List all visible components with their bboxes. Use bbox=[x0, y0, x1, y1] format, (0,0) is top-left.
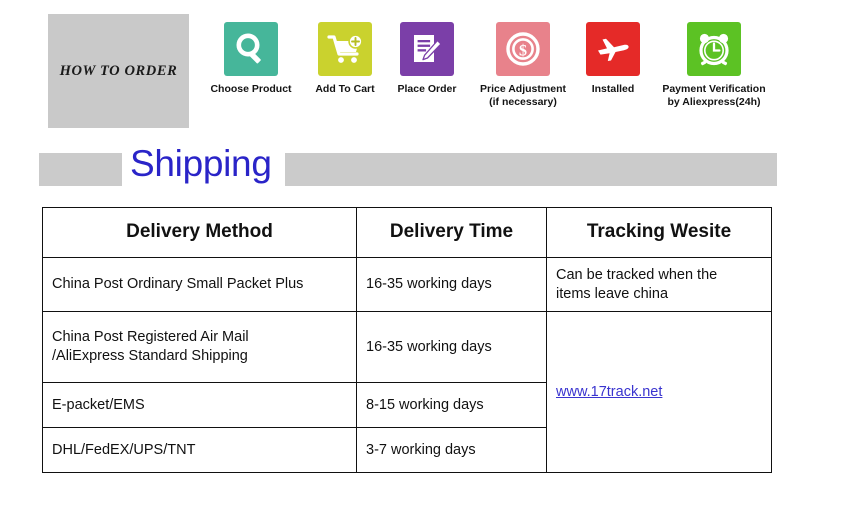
column-header-delivery-time: Delivery Time bbox=[356, 207, 547, 258]
order-step-price-adjustment: $ Price Adjustment (if necessary) bbox=[470, 22, 576, 110]
how-to-order-banner: HOW TO ORDER bbox=[48, 14, 189, 128]
order-step-place-order: Place Order bbox=[384, 22, 470, 96]
shopping-cart-plus-icon bbox=[318, 22, 372, 76]
order-step-label: Payment Verification by Aliexpress(24h) bbox=[662, 83, 766, 109]
cell-delivery-time: 16-35 working days bbox=[356, 311, 547, 383]
cell-tracking-note: Can be tracked when the items leave chin… bbox=[546, 257, 772, 312]
svg-text:$: $ bbox=[519, 42, 527, 59]
cell-delivery-method: China Post Ordinary Small Packet Plus bbox=[42, 257, 357, 312]
order-step-label: Choose Product bbox=[210, 83, 292, 95]
shipping-decor-bar-right bbox=[285, 153, 777, 186]
column-header-tracking-website: Tracking Wesite bbox=[546, 207, 772, 258]
order-step-payment-verification: Payment Verification by Aliexpress(24h) bbox=[650, 22, 778, 110]
shipping-title: Shipping bbox=[130, 143, 272, 184]
dollar-coin-icon: $ bbox=[496, 22, 550, 76]
column-header-delivery-method: Delivery Method bbox=[42, 207, 357, 258]
cell-delivery-method: DHL/FedEX/UPS/TNT bbox=[42, 427, 357, 473]
table-row: China Post Registered Air Mail /AliExpre… bbox=[42, 311, 772, 473]
cell-delivery-time: 16-35 working days bbox=[356, 257, 547, 312]
table-header-row: Delivery Method Delivery Time Tracking W… bbox=[42, 207, 772, 258]
order-steps-list: Choose Product Add To Cart Place Order $… bbox=[196, 22, 816, 110]
order-step-label: Price Adjustment (if necessary) bbox=[480, 83, 566, 109]
order-step-installed: Installed bbox=[576, 22, 650, 96]
how-to-order-section: HOW TO ORDER Choose Product Add To Cart … bbox=[0, 0, 843, 140]
tracking-website-link[interactable]: www.17track.net bbox=[556, 384, 662, 400]
airplane-icon bbox=[586, 22, 640, 76]
document-pen-icon bbox=[400, 22, 454, 76]
shipping-decor-bar-left bbox=[39, 153, 122, 186]
shipping-table: Delivery Method Delivery Time Tracking W… bbox=[42, 207, 772, 473]
order-step-add-to-cart: Add To Cart bbox=[306, 22, 384, 96]
cell-delivery-method: E-packet/EMS bbox=[42, 382, 357, 428]
order-step-label: Add To Cart bbox=[315, 83, 375, 95]
cell-delivery-time: 8-15 working days bbox=[356, 382, 547, 428]
order-step-label: Installed bbox=[591, 83, 635, 95]
alarm-clock-icon bbox=[687, 22, 741, 76]
order-step-label: Place Order bbox=[397, 83, 457, 95]
cell-delivery-method: China Post Registered Air Mail /AliExpre… bbox=[42, 311, 357, 383]
cell-tracking-link: www.17track.net bbox=[546, 311, 772, 473]
cell-delivery-time: 3-7 working days bbox=[356, 427, 547, 473]
order-step-choose-product: Choose Product bbox=[196, 22, 306, 96]
table-row: China Post Ordinary Small Packet Plus 16… bbox=[42, 257, 772, 312]
shipping-header-band: Shipping bbox=[0, 143, 843, 190]
magnifier-icon bbox=[224, 22, 278, 76]
how-to-order-banner-label: HOW TO ORDER bbox=[59, 62, 178, 79]
